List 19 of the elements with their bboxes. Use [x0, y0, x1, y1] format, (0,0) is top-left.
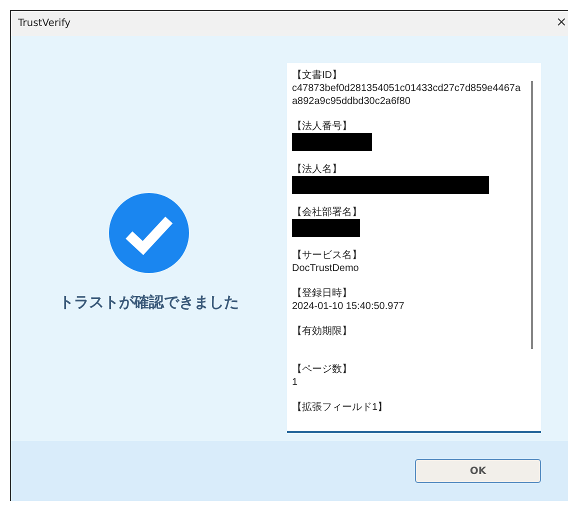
field-label: 【有効期限】 — [292, 325, 353, 338]
field-label: 【登録日時】 — [292, 287, 353, 300]
status-message: トラストが確認できました — [59, 293, 239, 312]
window-title: TrustVerify — [18, 18, 71, 29]
field-value: c47873bef0d281354051c01433cd27c7d859e4467aa892a9c95ddbd30c2a6f80 — [292, 82, 522, 108]
field-label: 【文書ID】 — [292, 69, 343, 82]
field-label: 【会社部署名】 — [292, 206, 363, 219]
field-label: 【拡張フィールド1】 — [292, 401, 389, 414]
scrollbar[interactable] — [531, 81, 533, 349]
ok-button[interactable]: OK — [415, 459, 541, 483]
field-label: 【サービス名】 — [292, 249, 363, 262]
field-label: 【法人番号】 — [292, 120, 353, 133]
field-value: 2024-01-10 15:40:50.977 — [292, 300, 406, 313]
field-label: 【ページ数】 — [292, 363, 353, 376]
field-value: 1 — [292, 376, 299, 389]
redaction-bar — [292, 219, 360, 237]
close-button[interactable]: × — [556, 16, 567, 30]
field-value: DocTrustDemo — [292, 262, 360, 275]
field-label: 【法人名】 — [292, 163, 343, 176]
